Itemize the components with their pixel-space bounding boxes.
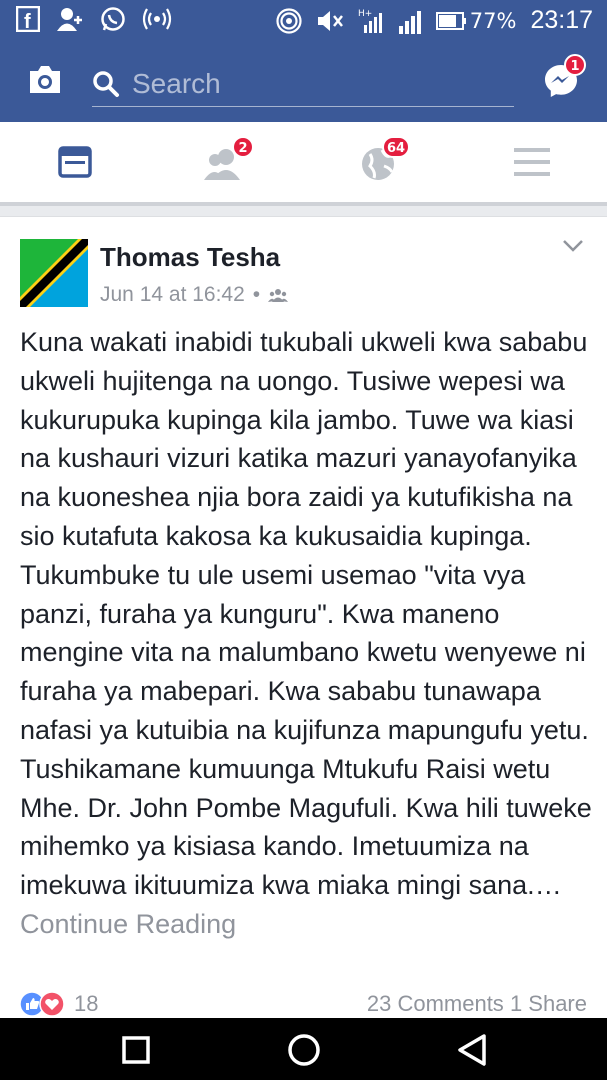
facebook-icon: f (16, 6, 40, 32)
broadcast-icon (142, 8, 172, 30)
messenger-badge: 1 (564, 54, 586, 76)
feed-divider (0, 202, 607, 216)
search-placeholder: Search (132, 68, 221, 99)
status-right-icons: H+ 77% 23:17 (276, 6, 593, 35)
post-card: Thomas Tesha Jun 14 at 16:42 • Kuna waka… (0, 216, 607, 1019)
reactions[interactable]: 18 (20, 991, 98, 1017)
tab-news-feed[interactable] (54, 142, 104, 186)
battery-percent: 77% (469, 8, 517, 33)
search-bar[interactable]: Search (92, 62, 514, 107)
battery: 77% (435, 8, 517, 33)
whatsapp-icon (101, 7, 125, 31)
notifications-badge: 64 (382, 136, 411, 158)
reaction-count: 18 (74, 991, 99, 1016)
tab-menu[interactable] (510, 142, 560, 186)
tanzania-flag-icon (20, 239, 88, 307)
home-button-icon[interactable] (284, 1030, 324, 1070)
shares-count[interactable]: 1 Share (510, 991, 587, 1016)
battery-icon (435, 11, 466, 30)
messenger-button[interactable]: 1 (542, 54, 586, 100)
status-bar: f H+ 77% 23:17 (0, 0, 607, 40)
camera-icon[interactable] (26, 62, 64, 98)
recents-button-icon[interactable] (116, 1030, 156, 1070)
svg-text:H+: H+ (358, 9, 372, 19)
chevron-down-icon[interactable] (562, 239, 584, 253)
back-button-icon[interactable] (452, 1030, 492, 1070)
tab-bar: 2 64 (0, 122, 607, 203)
tab-notifications[interactable]: 64 (356, 136, 411, 186)
meta-separator: • (252, 283, 261, 306)
engagement-counts: 23 Comments 1 Share (367, 991, 587, 1017)
hotspot-icon (276, 7, 302, 34)
post-author[interactable]: Thomas Tesha (100, 242, 280, 273)
avatar[interactable] (20, 239, 88, 307)
news-feed-icon (58, 146, 92, 178)
post-timestamp[interactable]: Jun 14 at 16:42 (100, 283, 245, 307)
post-meta: Jun 14 at 16:42 • (100, 283, 289, 307)
comments-count[interactable]: 23 Comments (367, 991, 504, 1016)
add-contact-icon (57, 8, 82, 31)
signal-h-icon: H+ (358, 9, 382, 33)
post-footer: 18 23 Comments 1 Share (20, 991, 587, 1017)
post-body: Kuna wakati inabidi tukubali ukweli kwa … (20, 327, 592, 901)
like-reaction-icon (20, 991, 65, 1017)
app-bar: Search 1 (0, 40, 607, 122)
menu-icon (514, 148, 550, 176)
tab-friend-requests[interactable]: 2 (200, 136, 254, 186)
search-icon (93, 71, 119, 97)
friend-requests-badge: 2 (232, 136, 254, 158)
signal-icon (398, 10, 421, 34)
clock: 23:17 (530, 6, 593, 34)
mute-icon (317, 10, 343, 31)
status-left-icons: f (16, 6, 172, 32)
friends-audience-icon (268, 289, 289, 302)
post-text: Kuna wakati inabidi tukubali ukweli kwa … (20, 323, 595, 944)
svg-text:f: f (24, 11, 31, 32)
continue-reading-link[interactable]: Continue Reading (20, 909, 236, 939)
system-nav-bar (0, 1018, 607, 1080)
